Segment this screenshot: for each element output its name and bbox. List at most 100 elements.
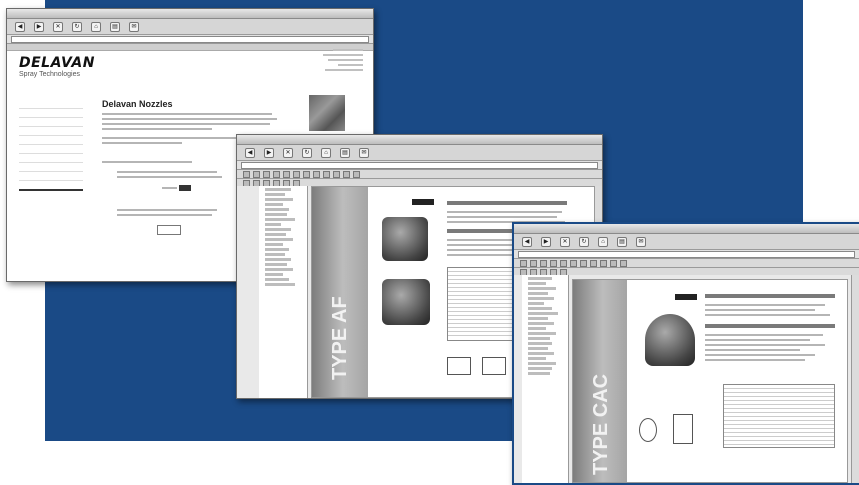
body-text (117, 176, 222, 178)
mail-icon[interactable]: ✉ (359, 147, 369, 158)
section-header (705, 294, 835, 298)
print-icon[interactable]: ▤ (340, 147, 350, 158)
body-text (102, 128, 212, 130)
body-text (117, 209, 217, 211)
stop-icon[interactable]: ✕ (560, 236, 570, 247)
window-titlebar[interactable] (514, 224, 859, 234)
pdf-page: TYPE CAC (572, 279, 848, 483)
body-text (102, 161, 192, 163)
section-header (705, 324, 835, 328)
pdf-tool-icon[interactable] (590, 259, 597, 267)
browser-toolbar: ◀ ▶ ✕ ↻ ⌂ ▤ ✉ (237, 145, 602, 161)
back-icon[interactable]: ◀ (522, 236, 532, 247)
address-input[interactable] (11, 35, 369, 43)
address-input[interactable] (241, 161, 598, 169)
nav-item[interactable] (19, 118, 83, 127)
nav-item[interactable] (19, 109, 83, 118)
refresh-icon[interactable]: ↻ (579, 236, 589, 247)
forward-icon[interactable]: ▶ (541, 236, 551, 247)
pdf-tool-icon[interactable] (353, 170, 360, 178)
window-titlebar[interactable] (237, 135, 602, 145)
dimension-drawing (447, 357, 471, 375)
address-bar (237, 161, 602, 170)
pdf-tool-icon[interactable] (343, 170, 350, 178)
pdf-tool-icon[interactable] (263, 170, 270, 178)
pdf-tool-icon[interactable] (610, 259, 617, 267)
print-icon[interactable]: ▤ (617, 236, 627, 247)
window-titlebar[interactable] (7, 9, 373, 19)
pdf-tool-icon[interactable] (540, 259, 547, 267)
body-text (705, 309, 815, 311)
product-title: TYPE CAC (590, 373, 612, 475)
bookmarks-panel (259, 186, 308, 398)
pdf-tool-icon[interactable] (243, 170, 250, 178)
body-text (102, 142, 182, 144)
pdf-tool-icon[interactable] (273, 170, 280, 178)
dimension-drawing (673, 414, 693, 444)
download-link[interactable] (157, 225, 181, 235)
pdf-tool-icon[interactable] (283, 170, 290, 178)
print-icon[interactable]: ▤ (110, 21, 120, 32)
nav-item[interactable] (19, 163, 83, 172)
nav-item[interactable] (19, 181, 83, 191)
body-text (705, 304, 825, 306)
back-icon[interactable]: ◀ (15, 21, 25, 32)
refresh-icon[interactable]: ↻ (302, 147, 312, 158)
body-text (162, 187, 177, 189)
body-text (705, 349, 800, 351)
pdf-tool-icon[interactable] (303, 170, 310, 178)
pdf-tool-icon[interactable] (520, 259, 527, 267)
home-icon[interactable]: ⌂ (91, 21, 101, 32)
pdf-tool-icon[interactable] (333, 170, 340, 178)
pdf-tool-icon[interactable] (530, 259, 537, 267)
nav-item[interactable] (19, 127, 83, 136)
pdf-tool-icon[interactable] (580, 259, 587, 267)
nav-item[interactable] (19, 172, 83, 181)
forward-icon[interactable]: ▶ (264, 147, 274, 158)
address-input[interactable] (518, 250, 855, 258)
back-icon[interactable]: ◀ (245, 147, 255, 158)
spec-table (723, 384, 835, 448)
body-text (117, 214, 212, 216)
body-text (705, 334, 823, 336)
pdf-tool-icon[interactable] (570, 259, 577, 267)
address-bar (514, 250, 859, 259)
address-bar (7, 35, 373, 44)
scrollbar[interactable] (851, 275, 859, 483)
pdf-tool-icon[interactable] (313, 170, 320, 178)
pdf-tool-icon[interactable] (323, 170, 330, 178)
nav-item[interactable] (19, 100, 83, 109)
body-text (705, 354, 815, 356)
stop-icon[interactable]: ✕ (53, 21, 63, 32)
stop-icon[interactable]: ✕ (283, 147, 293, 158)
company-tagline: Spray Technologies (19, 71, 80, 78)
home-icon[interactable]: ⌂ (321, 147, 331, 158)
nav-item[interactable] (19, 154, 83, 163)
body-text (102, 137, 252, 139)
contact-text (313, 49, 363, 74)
body-text (705, 339, 810, 341)
home-icon[interactable]: ⌂ (598, 236, 608, 247)
pdf-tool-icon[interactable] (550, 259, 557, 267)
nozzle-image (645, 314, 695, 366)
body-text (117, 171, 217, 173)
nav-item[interactable] (19, 145, 83, 154)
mail-icon[interactable]: ✉ (129, 21, 139, 32)
refresh-icon[interactable]: ↻ (72, 21, 82, 32)
mail-icon[interactable]: ✉ (636, 236, 646, 247)
download-icon[interactable] (179, 185, 191, 191)
pdf-tool-icon[interactable] (253, 170, 260, 178)
nav-item[interactable] (19, 136, 83, 145)
pdf-toolbar (514, 259, 859, 268)
section-header (447, 201, 567, 205)
body-text (705, 344, 825, 346)
body-text (705, 359, 805, 361)
forward-icon[interactable]: ▶ (34, 21, 44, 32)
brand-badge (412, 199, 434, 205)
pdf-tool-icon[interactable] (293, 170, 300, 178)
pdf-tool-icon[interactable] (560, 259, 567, 267)
pdf-tool-icon[interactable] (620, 259, 627, 267)
dimension-drawing (639, 418, 657, 442)
pdf-tool-icon[interactable] (600, 259, 607, 267)
brand-badge (675, 294, 697, 300)
